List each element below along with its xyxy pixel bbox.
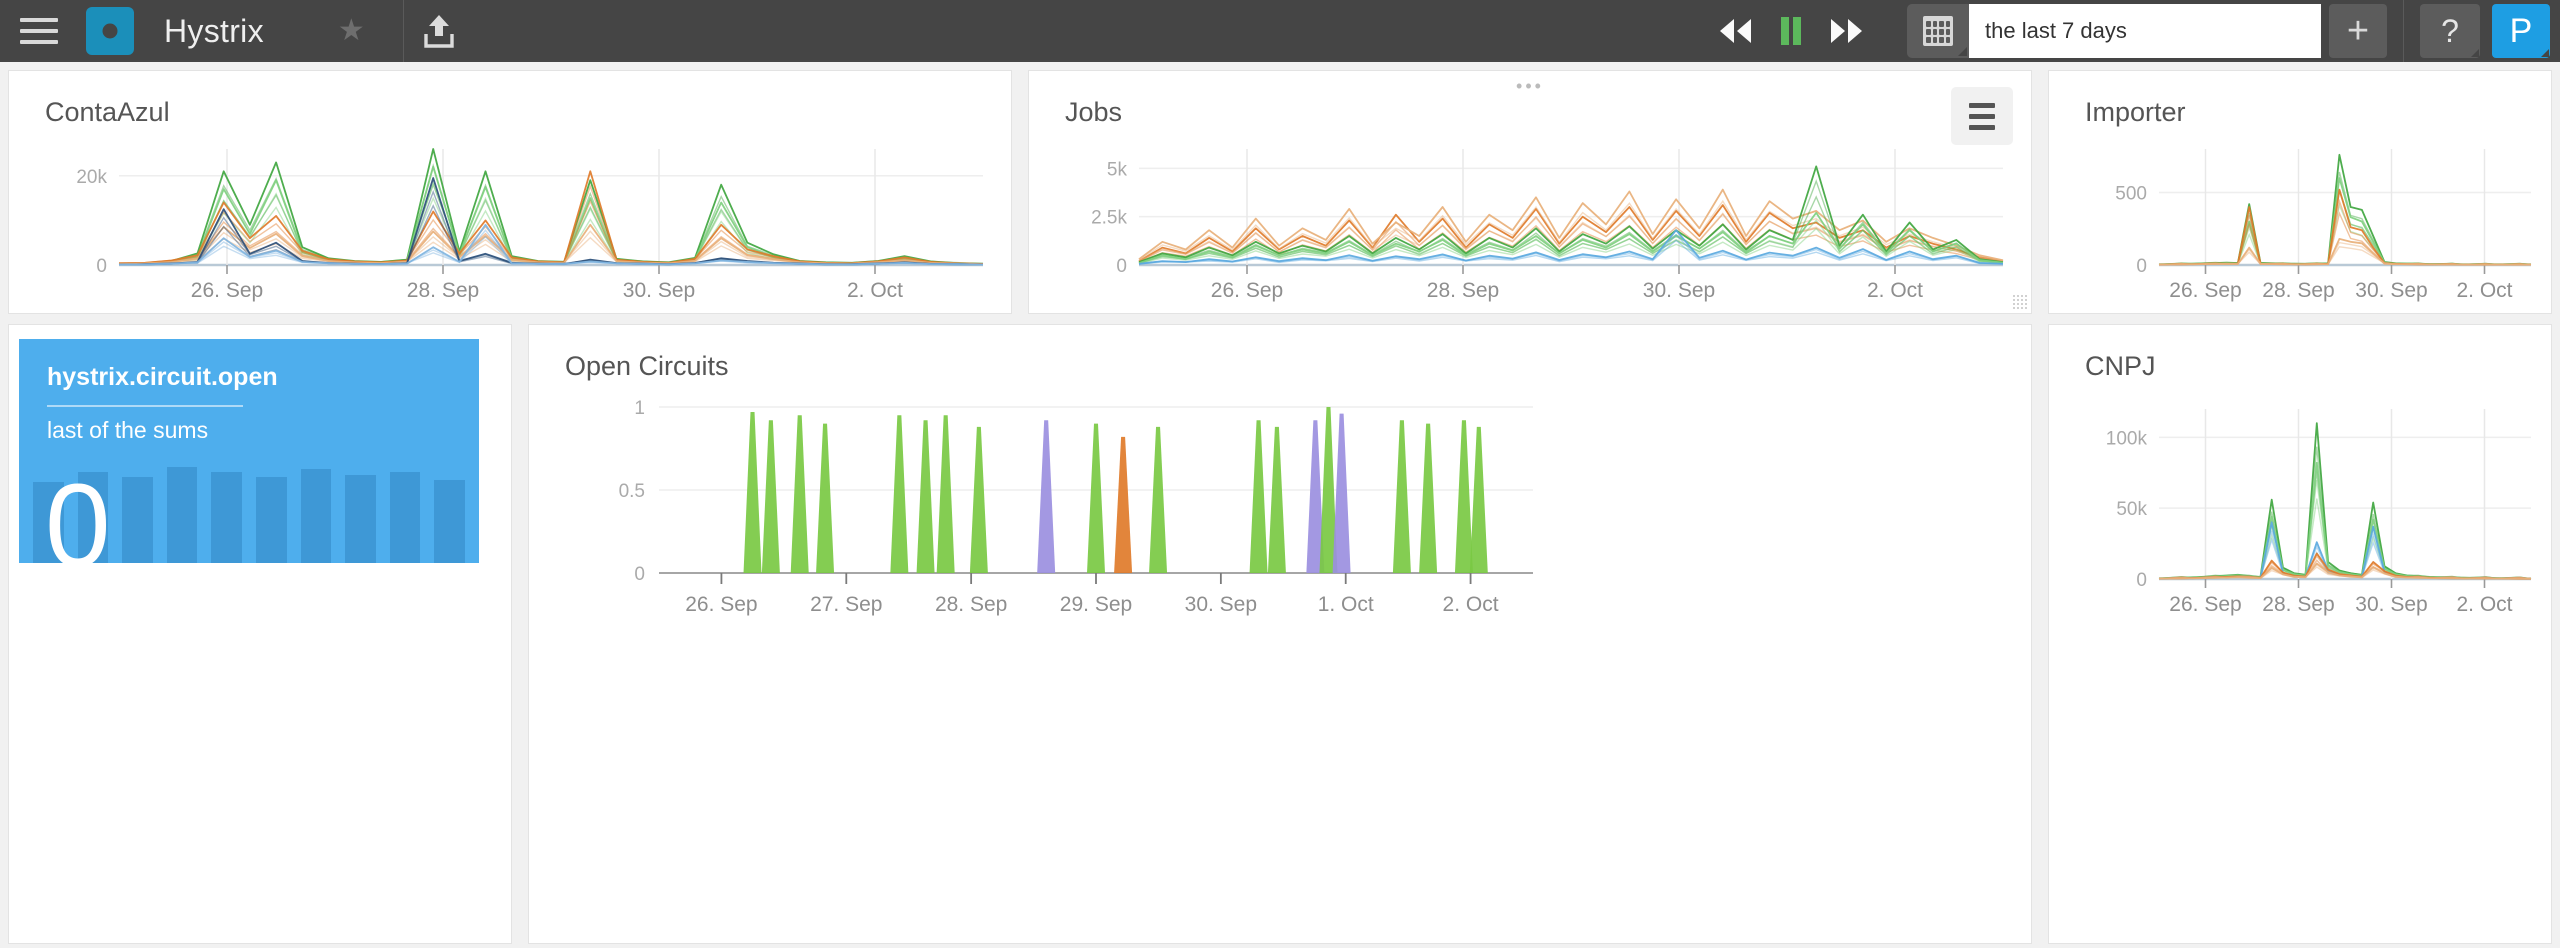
tile-spark-bar [434,479,465,563]
tile-spark-bar [166,466,198,563]
svg-text:26. Sep: 26. Sep [2169,593,2241,616]
svg-text:20k: 20k [76,167,107,188]
svg-text:28. Sep: 28. Sep [2262,279,2334,302]
add-panel-button[interactable]: + [2329,4,2387,58]
svg-text:2. Oct: 2. Oct [2456,593,2512,616]
tile-value: 0 [45,460,111,563]
tile-aggregation-label: last of the sums [47,417,209,443]
chart-open-circuits: 0 0.5 1 26. Sep 27. Sep 28. Sep 29. Sep 30. Sep… [529,387,2031,635]
panel-jobs[interactable]: ••• Jobs 0 2.5k 5k 26. Sep 28. Sep 30. Sep 2. … [1028,70,2032,314]
tile-metric-name: hystrix.circuit.open [47,363,278,391]
panel-contaazul[interactable]: ContaAzul 0 20k 26. Sep 28. Sep 30. Sep 2. Oc… [8,70,1012,314]
panel-hystrix-circuit-open[interactable]: hystrix.circuit.open last of the sums 0 [8,324,512,944]
drag-dots-icon[interactable]: ••• [1516,77,1544,95]
svg-text:28. Sep: 28. Sep [2262,593,2334,616]
chart-jobs: 0 2.5k 5k 26. Sep 28. Sep 30. Sep 2. Oct [1029,131,2031,313]
svg-text:30. Sep: 30. Sep [2355,593,2427,616]
panel-cnpj[interactable]: CNPJ 0 50k 100k 26. Sep 28. Sep 30. Sep 2. Oct [2048,324,2552,944]
svg-text:1. Oct: 1. Oct [1318,593,1374,616]
svg-text:0: 0 [2136,256,2147,277]
svg-text:0: 0 [634,564,645,585]
tile-spark-bar [211,472,242,563]
panel-title-jobs: Jobs [1065,97,1123,127]
panel-menu-icon [1969,113,1995,119]
svg-text:30. Sep: 30. Sep [1643,279,1715,302]
panel-menu-icon [1969,102,1995,108]
panel-title-importer: Importer [2085,97,2186,127]
svg-text:500: 500 [2115,184,2147,205]
hamburger-icon [20,40,58,44]
hamburger-icon [20,18,58,22]
panel-importer[interactable]: Importer 0 500 26. Sep 28. Sep 30. Sep 2. Oct [2048,70,2552,314]
svg-text:0: 0 [2136,570,2147,591]
panel-open-circuits[interactable]: Open Circuits 0 0.5 1 26. Sep 27. Sep 28. Sep… [528,324,2032,944]
tile-spark-bar [255,477,287,563]
share-icon [424,15,454,48]
panel-title-open-circuits: Open Circuits [565,351,729,381]
svg-text:26. Sep: 26. Sep [2169,279,2241,302]
hamburger-icon [20,29,58,33]
svg-text:30. Sep: 30. Sep [2355,279,2427,302]
time-range-input[interactable] [1969,4,2321,58]
toolbar-divider-right [2403,0,2404,62]
tile-spark-bar [389,472,421,563]
help-button[interactable]: ? [2420,4,2480,58]
svg-text:28. Sep: 28. Sep [407,279,479,302]
svg-text:26. Sep: 26. Sep [191,279,263,302]
dashboard-title: Hystrix [164,12,264,49]
svg-text:27. Sep: 27. Sep [810,593,882,616]
svg-text:30. Sep: 30. Sep [1185,593,1257,616]
panel-menu-icon [1969,124,1995,130]
top-bar: Hystrix ★ the last 7 days + ? P [0,0,2560,62]
panel-title-contaazul: ContaAzul [45,97,170,127]
tile-divider [47,405,243,407]
big-number-tile[interactable]: hystrix.circuit.open last of the sums 0 [19,339,479,563]
svg-text:30. Sep: 30. Sep [623,279,695,302]
main-menu-button[interactable] [0,0,78,62]
dashboard-grid: ContaAzul 0 20k 26. Sep 28. Sep 30. Sep 2. Oc… [0,62,2560,948]
chart-cnpj: 0 50k 100k 26. Sep 28. Sep 30. Sep 2. Oct [2049,387,2551,637]
tile-spark-bar [300,469,332,563]
svg-text:100k: 100k [2106,428,2148,449]
svg-text:2. Oct: 2. Oct [847,279,903,302]
fast-forward-icon [1831,19,1862,43]
svg-text:2. Oct: 2. Oct [1867,279,1923,302]
rewind-icon [1720,19,1751,43]
svg-text:26. Sep: 26. Sep [1211,279,1283,302]
tile-spark-bar [345,474,376,563]
chart-contaazul: 0 20k 26. Sep 28. Sep 30. Sep 2. Oct [9,131,1011,313]
svg-text:26. Sep: 26. Sep [685,593,757,616]
svg-text:1: 1 [634,398,645,419]
svg-text:2.5k: 2.5k [1091,208,1127,229]
svg-text:0: 0 [1116,256,1127,277]
svg-text:0.5: 0.5 [619,481,645,502]
share-button[interactable] [404,0,474,62]
favorite-star-icon[interactable]: ★ [338,16,365,46]
svg-text:2. Oct: 2. Oct [1443,593,1499,616]
panel-title-cnpj: CNPJ [2085,351,2156,381]
svg-text:50k: 50k [2116,499,2147,520]
svg-text:28. Sep: 28. Sep [1427,279,1499,302]
svg-text:29. Sep: 29. Sep [1060,593,1132,616]
svg-text:5k: 5k [1107,159,1128,180]
svg-text:28. Sep: 28. Sep [935,593,1007,616]
tile-spark-bar [122,477,153,563]
hystrix-logo-icon[interactable] [86,7,134,55]
fast-forward-button[interactable] [1819,0,1875,62]
calendar-picker-button[interactable] [1907,4,1969,58]
rewind-button[interactable] [1707,0,1763,62]
pause-button[interactable] [1763,0,1819,62]
user-avatar[interactable]: P [2492,4,2550,58]
chart-importer: 0 500 26. Sep 28. Sep 30. Sep 2. Oct [2049,131,2551,313]
svg-text:0: 0 [96,256,107,277]
svg-text:2. Oct: 2. Oct [2456,279,2512,302]
resize-handle-icon[interactable] [2012,294,2028,310]
calendar-icon [1923,16,1953,46]
playback-controls [1707,0,1875,62]
pause-icon [1781,17,1801,45]
